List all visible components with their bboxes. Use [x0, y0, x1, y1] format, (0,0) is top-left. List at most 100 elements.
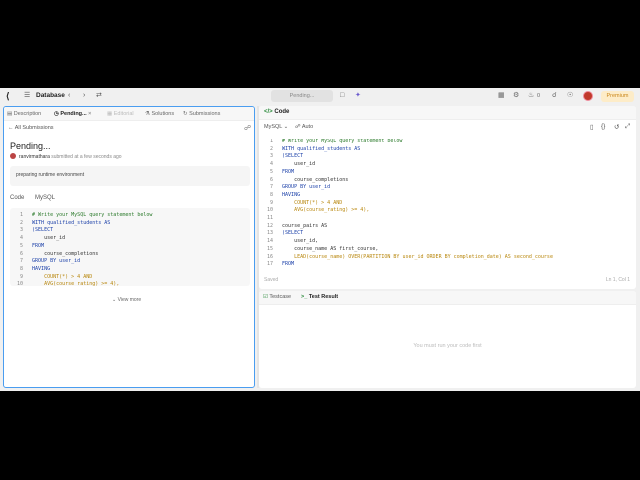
prev-problem-icon[interactable]: ‹	[68, 91, 70, 101]
code-text: course_name AS first_course,	[282, 245, 379, 252]
code-text: FROM	[32, 242, 45, 249]
tab-solutions-label: Solutions	[151, 111, 175, 117]
code-line: 7 GROUP BY user_id	[261, 184, 330, 192]
chevron-down-icon: ⌄	[112, 297, 117, 303]
leetcode-logo-icon[interactable]: ⟨	[6, 91, 15, 101]
app-window: ⟨ ☰ Database ‹ › ⇄ Pending... □ ✦ ▦ ⚙ ♨ …	[0, 88, 640, 391]
code-text: (SELECT	[282, 153, 304, 160]
line-number: 12	[266, 222, 273, 229]
test-result-empty-message: You must run your code first	[413, 343, 482, 349]
code-line: 10 AVG(course_rating) >= 4),	[12, 281, 119, 286]
line-number: 7	[19, 258, 23, 265]
tab-pending[interactable]: ◷ Pending... ×	[54, 110, 91, 118]
code-text: GROUP BY user_id	[32, 258, 81, 265]
tab-solutions[interactable]: ⚗ Solutions	[145, 110, 174, 118]
tab-editorial[interactable]: ▦ Editorial	[107, 110, 134, 118]
code-icon: </>	[264, 109, 273, 115]
view-more-label: View more	[117, 297, 142, 303]
auto-format-toggle[interactable]: ☍ Auto	[295, 124, 313, 130]
problem-list-title[interactable]: Database	[36, 92, 65, 99]
runtime-status-text: preparing runtime environment	[16, 172, 85, 178]
tab-description[interactable]: ▤ Description	[7, 110, 41, 118]
code-text: COUNT(*) > 4 AND	[32, 273, 93, 280]
back-arrow-icon: ←	[8, 125, 14, 131]
code-line: 3 (SELECT	[261, 153, 303, 161]
shuffle-icon[interactable]: ⇄	[96, 91, 102, 101]
code-line: 2 WITH qualified_students AS	[261, 146, 360, 154]
line-number: 8	[269, 191, 273, 198]
line-number: 7	[269, 184, 273, 191]
code-text: WITH qualified_students AS	[282, 145, 361, 152]
save-status: Saved	[264, 277, 279, 283]
list-icon[interactable]: ☰	[24, 91, 30, 101]
line-number: 2	[269, 145, 273, 152]
code-line: 6 course_completions	[12, 251, 98, 259]
test-panel-tabs: ☑ Testcase >_ Test Result	[259, 291, 636, 305]
tab-editorial-label: Editorial	[113, 111, 134, 117]
all-submissions-label: All Submissions	[14, 125, 54, 131]
code-editor-panel: </> Code MySQL ⌄ ☍ Auto ▯ {} ↺ ⤢ 1 # Wri…	[259, 106, 636, 289]
code-line: 8 HAVING	[261, 192, 300, 200]
code-text: course_completions	[282, 176, 349, 183]
code-line: 5 FROM	[12, 243, 44, 251]
runtime-status-box: preparing runtime environment	[10, 166, 250, 186]
format-braces-icon[interactable]: {}	[601, 123, 605, 130]
language-select[interactable]: MySQL ⌄	[264, 124, 288, 130]
reset-icon[interactable]: ↺	[614, 123, 619, 131]
line-number: 8	[19, 265, 23, 272]
editor-toolbar: MySQL ⌄ ☍ Auto ▯ {} ↺ ⤢	[259, 121, 636, 133]
code-line: 9 COUNT(*) > 4 AND	[261, 200, 342, 208]
code-text: # Write your MySQL query statement below	[32, 212, 153, 218]
tab-test-result[interactable]: >_ Test Result	[301, 294, 338, 300]
code-text: HAVING	[32, 265, 51, 272]
view-more-button[interactable]: ⌄ View more	[112, 297, 141, 303]
code-text: course_pairs AS	[282, 222, 328, 229]
invite-user-icon[interactable]: ☉	[567, 91, 573, 101]
language-select-value: MySQL	[264, 124, 283, 130]
bookmark-icon[interactable]: ▯	[590, 123, 594, 131]
tab-pending-label: Pending...	[60, 111, 87, 117]
ai-sparkle-icon[interactable]: ✦	[355, 91, 361, 101]
top-nav: ⟨ ☰ Database ‹ › ⇄ Pending... □ ✦ ▦ ⚙ ♨ …	[0, 88, 640, 104]
fire-icon[interactable]: ♨	[528, 91, 534, 101]
line-number: 2	[19, 219, 23, 226]
flask-icon: ⚗	[145, 111, 150, 117]
fullscreen-icon[interactable]: ⤢	[625, 123, 630, 131]
submitted-time: submitted at a few seconds ago	[51, 154, 122, 160]
code-line: 7 GROUP BY user_id	[12, 258, 80, 266]
share-icon[interactable]: ☍	[244, 124, 251, 132]
lock-icon: ☍	[295, 124, 301, 130]
notes-icon[interactable]: □	[340, 91, 344, 101]
tab-submissions[interactable]: ↻ Submissions	[183, 110, 220, 118]
code-line: 1 # Write your MySQL query statement bel…	[261, 139, 402, 146]
bell-icon[interactable]: ☌	[552, 91, 557, 101]
tab-test-result-label: Test Result	[308, 294, 339, 300]
code-editor[interactable]: 1 # Write your MySQL query statement bel…	[259, 139, 636, 271]
description-icon: ▤	[7, 111, 13, 117]
code-line: 1 # Write your MySQL query statement bel…	[12, 212, 152, 220]
code-label: Code	[10, 195, 25, 201]
like-count: 0	[537, 93, 541, 99]
code-panel-title: </> Code	[264, 109, 289, 115]
code-line: 6 course_completions	[261, 177, 348, 185]
close-tab-icon[interactable]: ×	[88, 111, 91, 117]
next-problem-icon[interactable]: ›	[83, 91, 85, 101]
line-number: 5	[269, 168, 273, 175]
user-avatar[interactable]	[583, 91, 593, 101]
tab-testcase[interactable]: ☑ Testcase	[263, 294, 291, 300]
tab-description-label: Description	[13, 111, 42, 117]
premium-button[interactable]: Premium	[601, 91, 634, 102]
line-number: 1	[19, 212, 23, 218]
line-number: 6	[269, 176, 273, 183]
code-text: LEAD(course_name) OVER(PARTITION BY user…	[282, 253, 553, 260]
submitter-username[interactable]: ranvirmathara	[19, 154, 50, 160]
left-tab-bar: ▤ Description ◷ Pending... × ▦ Editorial…	[4, 107, 254, 121]
line-number: 9	[269, 199, 273, 206]
settings-icon[interactable]: ⚙	[513, 91, 519, 101]
code-line: 13 (SELECT	[261, 230, 303, 238]
submitter-avatar	[10, 153, 16, 159]
layout-icon[interactable]: ▦	[498, 91, 505, 101]
language-label: MySQL	[35, 195, 56, 201]
all-submissions-link[interactable]: ← All Submissions	[8, 125, 54, 131]
code-line: 3 (SELECT	[12, 227, 53, 235]
